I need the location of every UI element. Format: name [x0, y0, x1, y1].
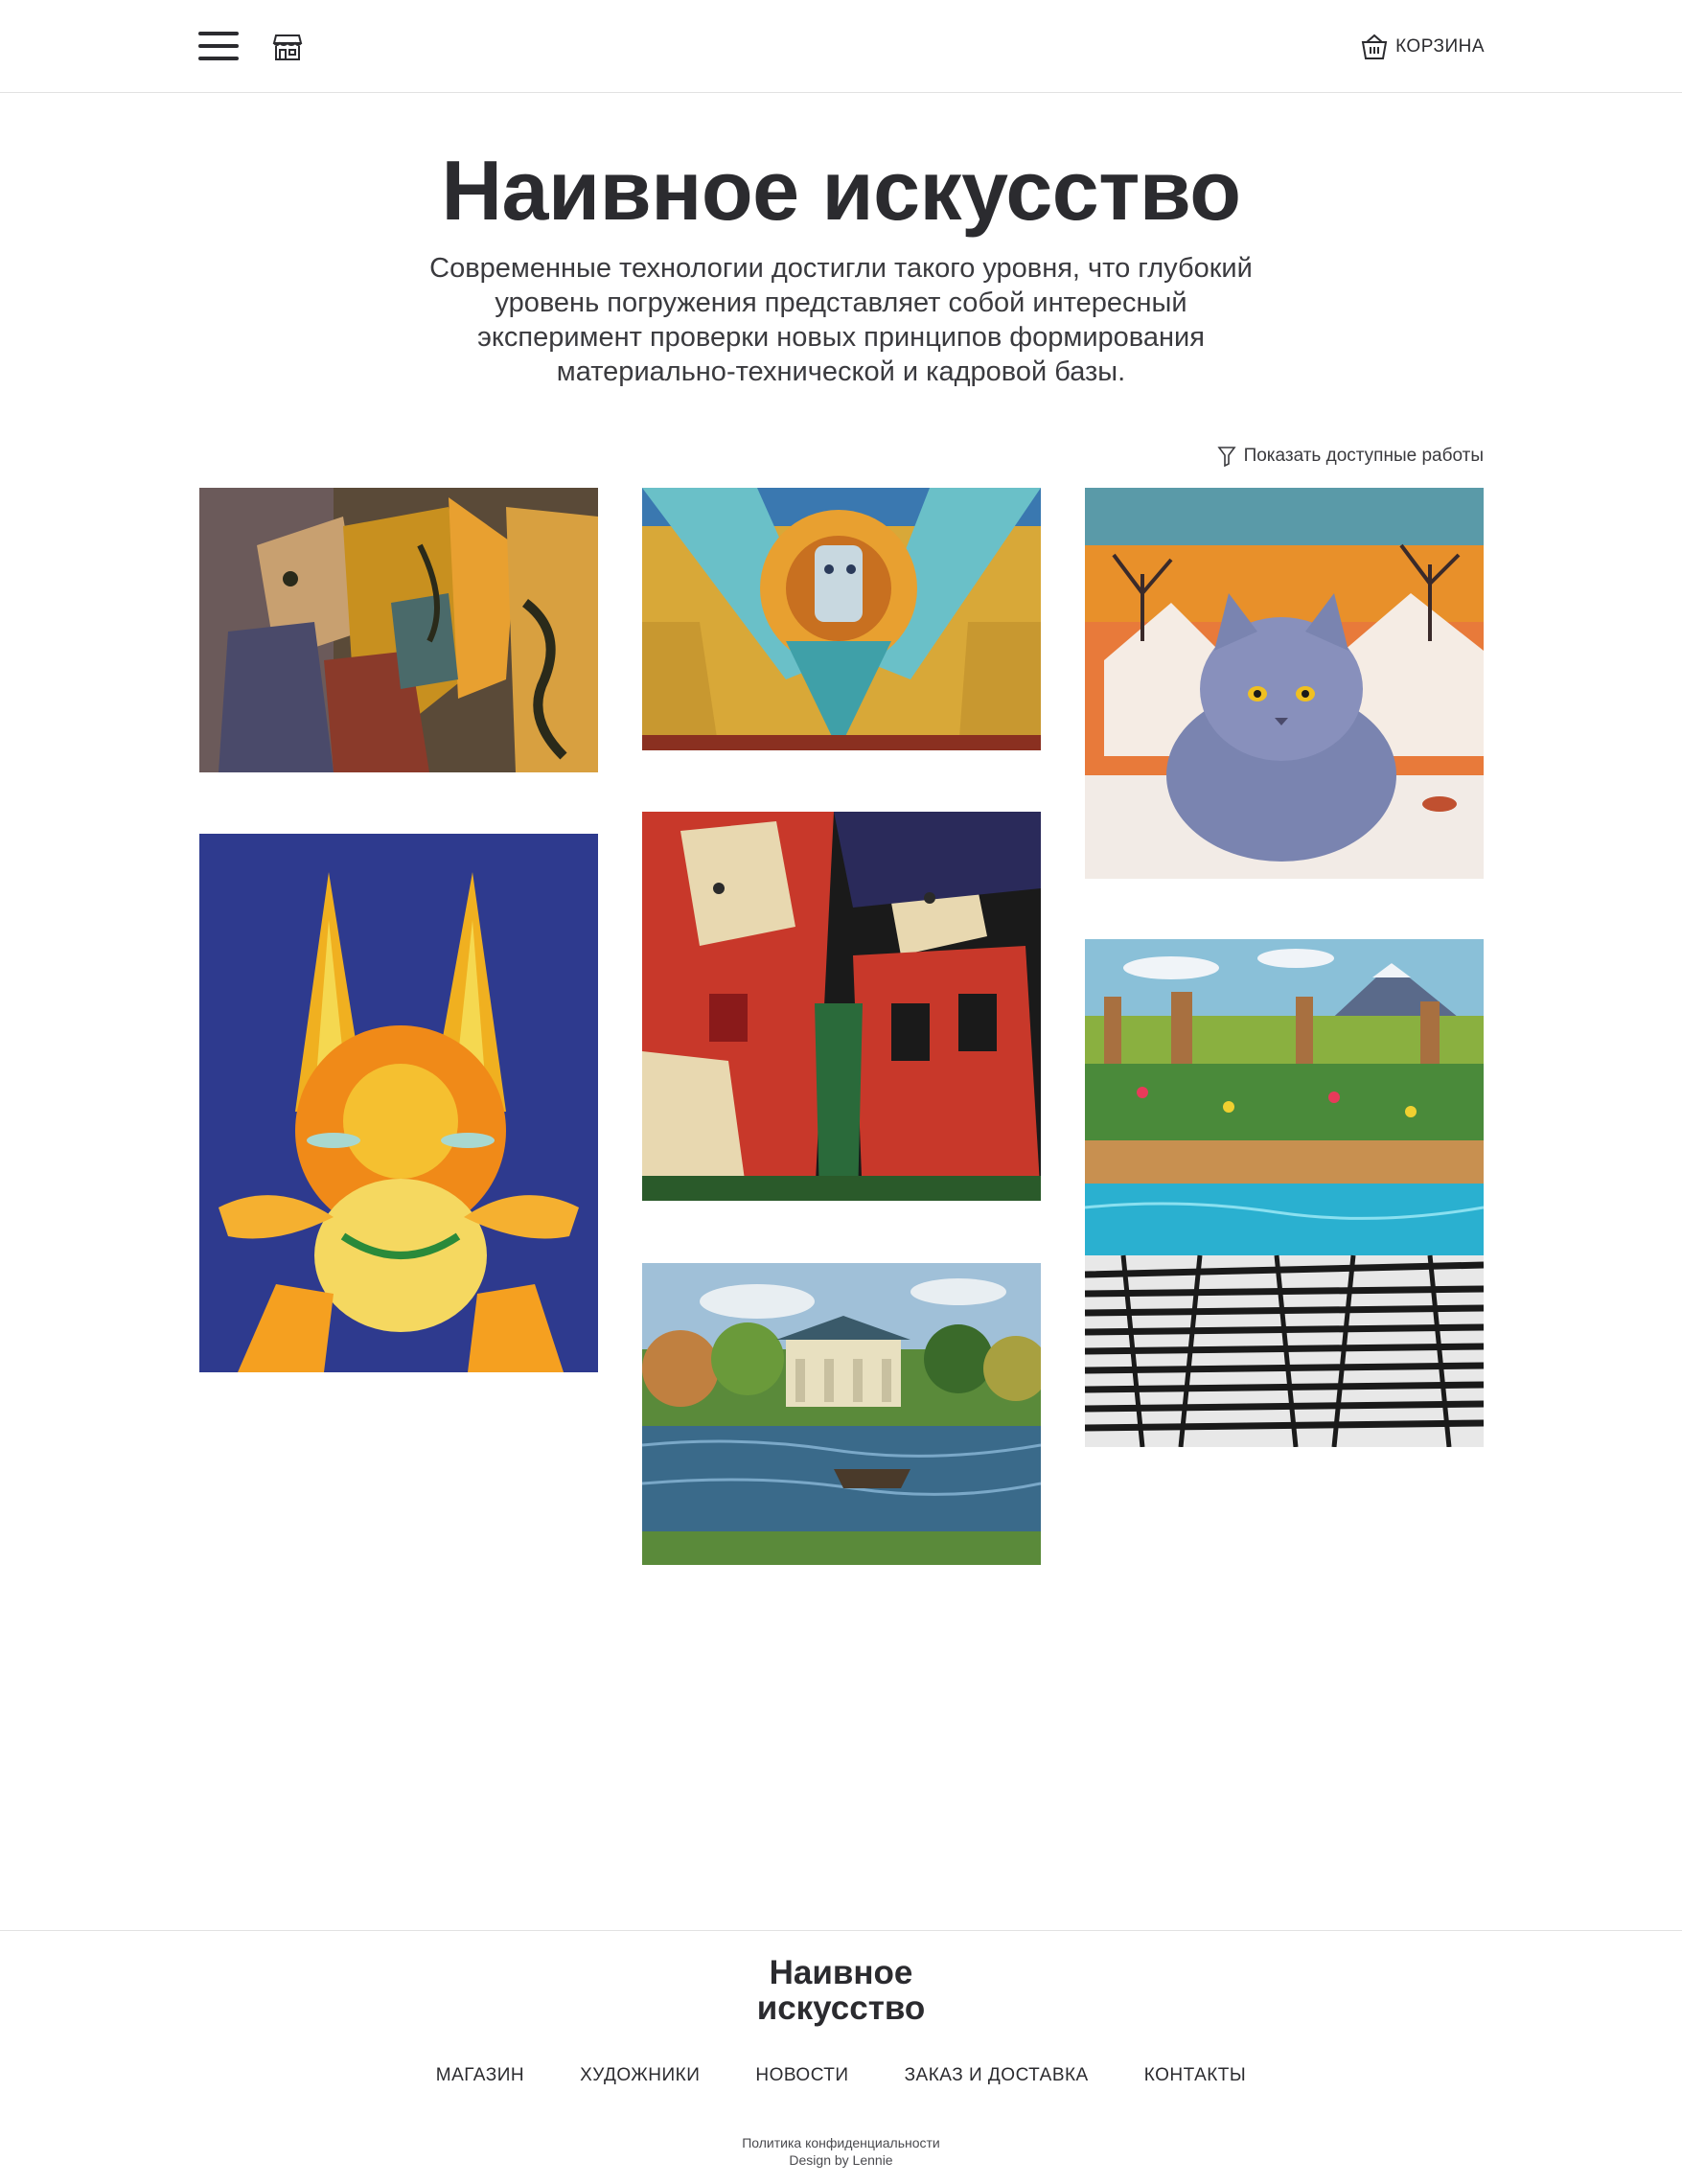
show-available-filter[interactable]: Показать доступные работы	[1216, 446, 1484, 468]
basket-icon	[1361, 33, 1388, 61]
artwork-blue-cat[interactable]	[1085, 488, 1484, 879]
filter-label: Показать доступные работы	[1243, 446, 1484, 466]
artwork-orange-creature[interactable]	[199, 834, 598, 1372]
design-credit: Design by Lennie	[789, 2152, 893, 2168]
footer-nav-contacts[interactable]: КОНТАКТЫ	[1144, 2065, 1247, 2086]
footer-divider	[0, 1930, 1682, 1931]
filter-icon	[1216, 446, 1236, 468]
artwork-two-figures[interactable]	[642, 812, 1041, 1201]
footer-logo-text: Наивное искусство	[756, 1954, 926, 2027]
hamburger-icon[interactable]	[198, 32, 239, 60]
footer-nav: МАГАЗИН ХУДОЖНИКИ НОВОСТИ ЗАКАЗ И ДОСТАВ…	[0, 2065, 1682, 2086]
footer-nav-news[interactable]: НОВОСТИ	[755, 2065, 848, 2086]
artwork-palace-lake[interactable]	[642, 1263, 1041, 1565]
cart-button[interactable]: КОРЗИНА	[1361, 32, 1485, 62]
footer-nav-artists[interactable]: ХУДОЖНИКИ	[580, 2065, 700, 2086]
privacy-policy-link[interactable]: Политика конфиденциальности	[0, 2135, 1682, 2150]
storefront-icon[interactable]	[272, 33, 303, 61]
artwork-abstract-figures[interactable]	[199, 488, 598, 772]
site-header: КОРЗИНА	[0, 0, 1682, 93]
artwork-sun-face[interactable]	[642, 488, 1041, 750]
footer-nav-order-delivery[interactable]: ЗАКАЗ И ДОСТАВКА	[905, 2065, 1089, 2086]
page-title: Наивное искусство	[441, 143, 1242, 238]
footer-logo[interactable]: Наивное искусство	[0, 1955, 1682, 2026]
cart-label: КОРЗИНА	[1395, 36, 1485, 57]
artwork-zebra-savanna[interactable]	[1085, 939, 1484, 1447]
footer-nav-shop[interactable]: МАГАЗИН	[436, 2065, 524, 2086]
page-description: Современные технологии достигли такого у…	[429, 253, 1253, 387]
